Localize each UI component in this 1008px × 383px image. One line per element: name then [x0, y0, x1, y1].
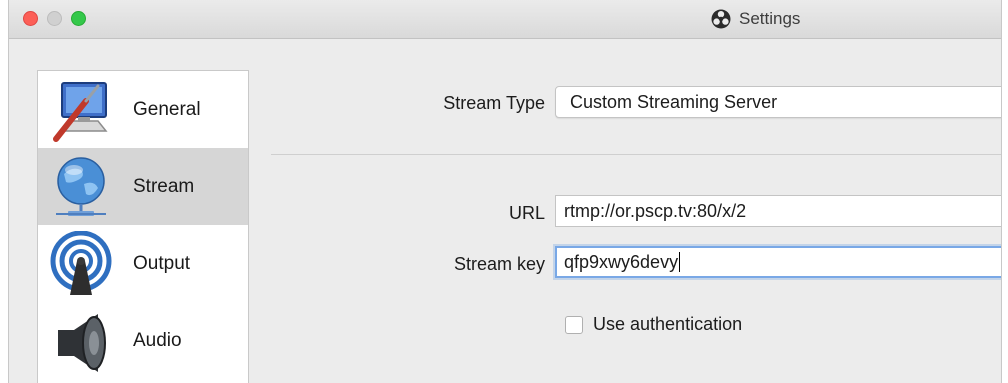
sidebar-item-general[interactable]: General	[38, 71, 248, 148]
stream-key-value: qfp9xwy6devy	[564, 252, 679, 272]
text-caret	[679, 252, 681, 272]
speaker-icon	[48, 308, 114, 374]
url-value: rtmp://or.pscp.tv:80/x/2	[564, 201, 747, 221]
use-authentication-checkbox[interactable]	[565, 315, 583, 334]
use-authentication-row[interactable]: Use authentication	[565, 314, 742, 335]
settings-sidebar: General Stream Output Audio	[37, 70, 249, 383]
stream-type-select[interactable]: Custom Streaming Server	[555, 86, 1001, 118]
window-title-text: Settings	[739, 9, 801, 28]
title-bar[interactable]: Settings	[9, 0, 1001, 39]
computer-screwdriver-icon	[48, 77, 114, 143]
stream-settings-panel: Stream Type Custom Streaming Server URL …	[259, 38, 1001, 383]
use-authentication-label[interactable]: Use authentication	[593, 314, 742, 335]
sidebar-item-output-label: Output	[133, 252, 191, 274]
obs-logo-icon	[711, 9, 731, 29]
url-input[interactable]: rtmp://or.pscp.tv:80/x/2	[555, 195, 1001, 227]
sidebar-item-audio-label: Audio	[133, 329, 182, 351]
settings-window: Settings General Stream Output Audio Str…	[8, 0, 1002, 383]
stream-type-label: Stream Type	[443, 93, 545, 113]
stream-key-label: Stream key	[453, 254, 545, 274]
url-label: URL	[508, 203, 545, 223]
broadcast-antenna-icon	[48, 230, 114, 297]
section-divider	[271, 154, 1001, 155]
sidebar-item-stream[interactable]: Stream	[38, 148, 248, 225]
sidebar-item-stream-label: Stream	[133, 175, 195, 197]
close-button[interactable]	[23, 11, 38, 26]
sidebar-item-output[interactable]: Output	[38, 225, 248, 302]
window-title: Settings	[711, 9, 800, 29]
maximize-button[interactable]	[71, 11, 86, 26]
sidebar-item-audio[interactable]: Audio	[38, 302, 248, 379]
minimize-button[interactable]	[47, 11, 62, 26]
sidebar-item-general-label: General	[133, 98, 201, 120]
stream-key-input[interactable]: qfp9xwy6devy	[555, 246, 1001, 278]
globe-network-icon	[48, 154, 114, 220]
